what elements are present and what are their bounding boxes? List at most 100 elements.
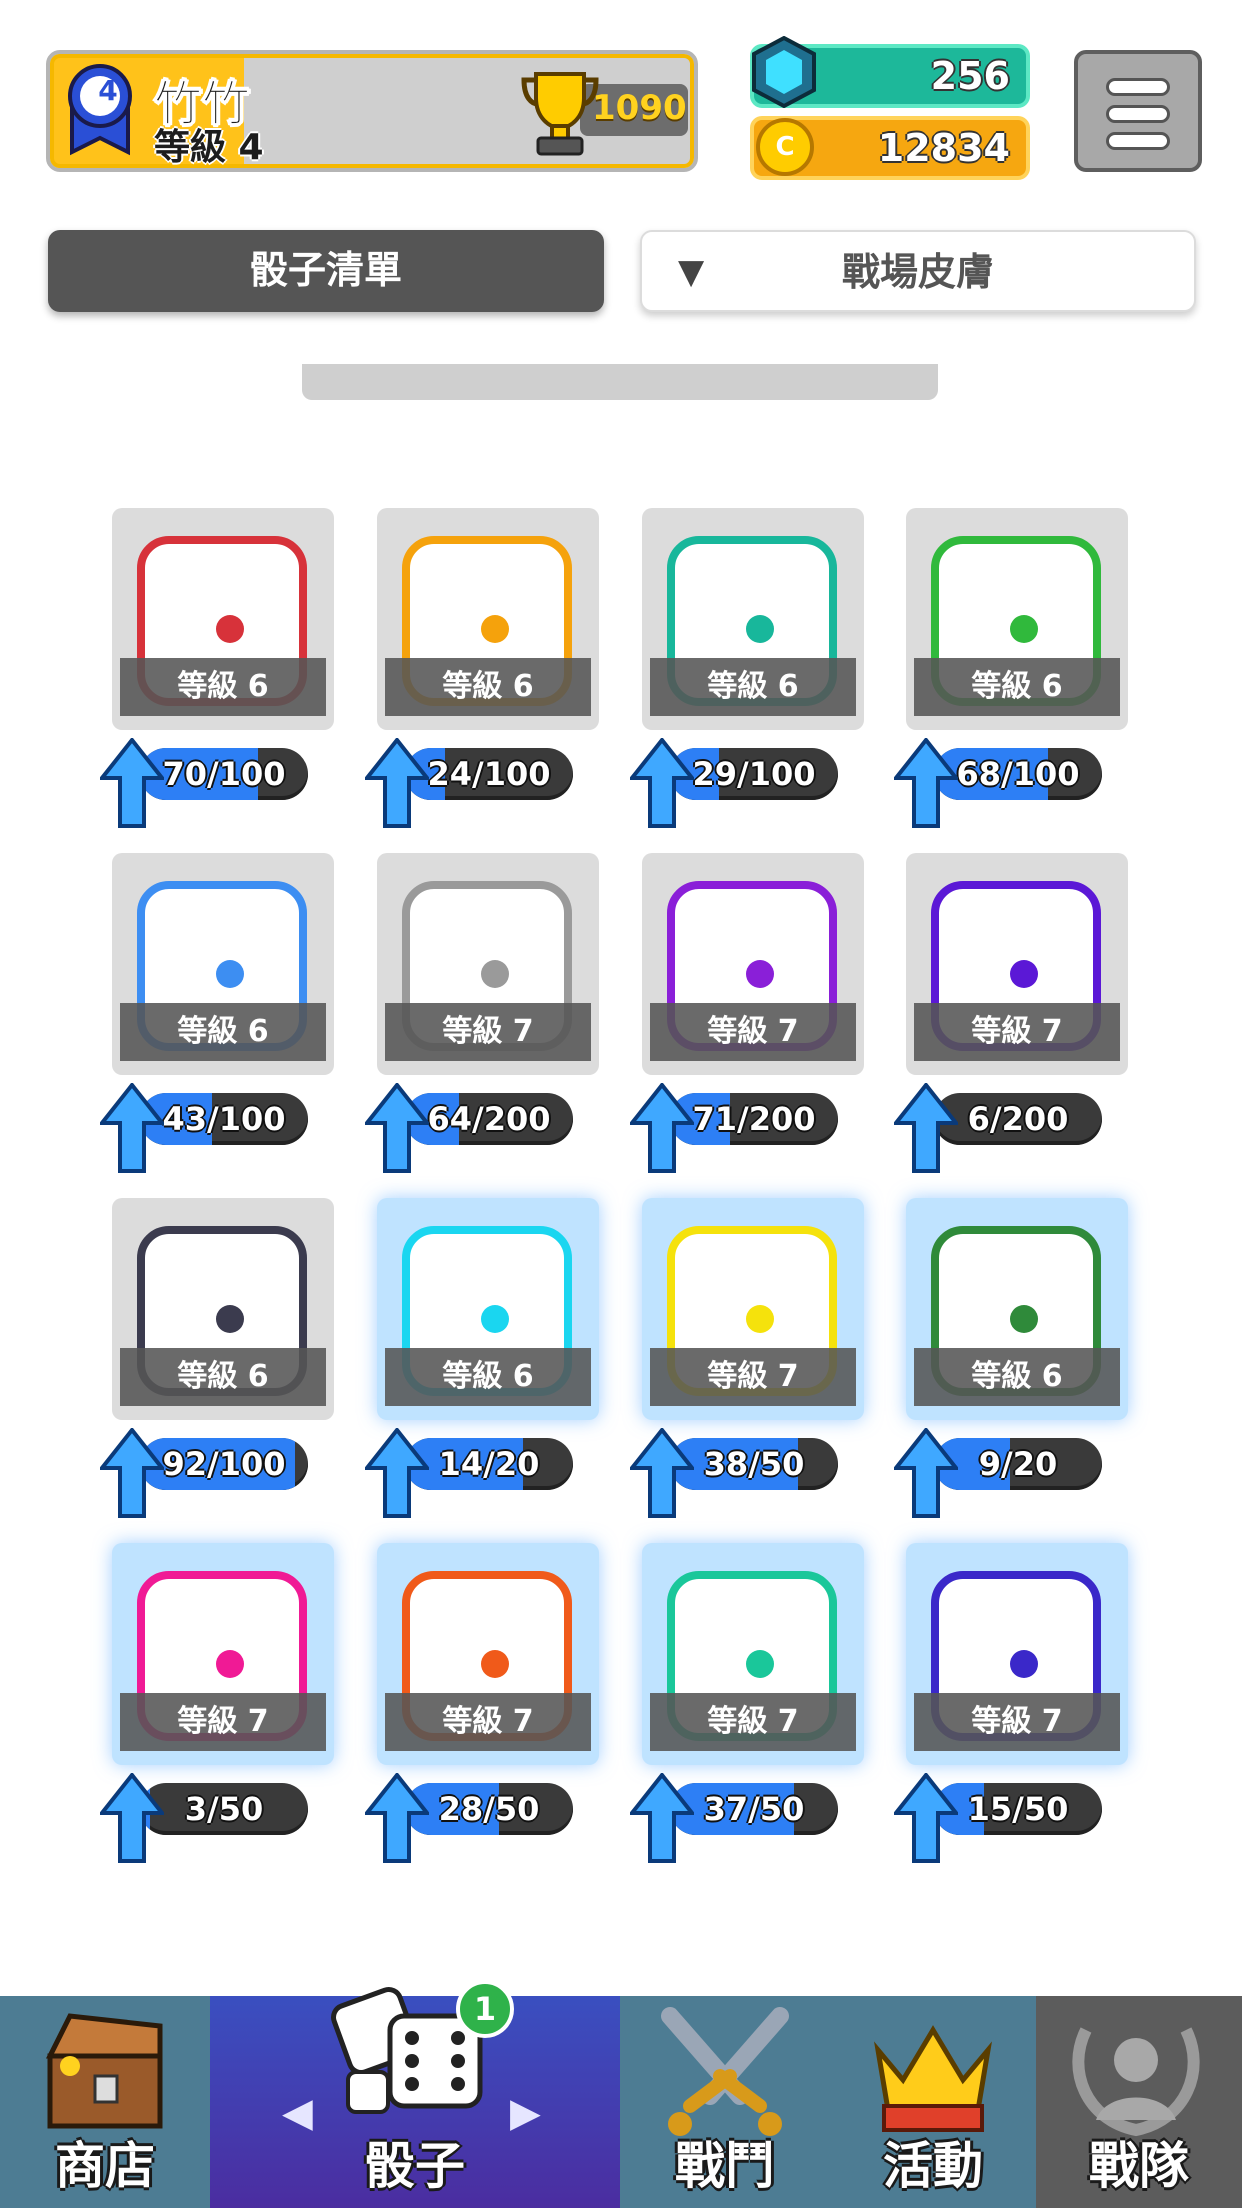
dice-pip bbox=[1010, 960, 1038, 988]
dice-upgrade-progress[interactable]: 15/50 bbox=[894, 1773, 1106, 1863]
dice-upgrade-progress[interactable]: 43/100 bbox=[100, 1083, 312, 1173]
crown-icon bbox=[874, 2025, 992, 2132]
dice-card[interactable]: 等級 7 bbox=[377, 853, 599, 1083]
progress-text: 64/200 bbox=[427, 1100, 551, 1138]
dice-upgrade-progress[interactable]: 6/200 bbox=[894, 1083, 1106, 1173]
dice-pip bbox=[746, 615, 774, 643]
progress-text: 15/50 bbox=[967, 1790, 1069, 1828]
dice-level: 等級 6 bbox=[650, 658, 856, 716]
progress-bar: 6/200 bbox=[934, 1093, 1102, 1145]
upgrade-arrow-icon bbox=[100, 1428, 164, 1518]
hamburger-icon-line bbox=[1106, 132, 1170, 150]
dice-card[interactable]: 等級 7 bbox=[377, 1543, 599, 1773]
dice-card[interactable]: 等級 7 bbox=[906, 1543, 1128, 1773]
dice-pip bbox=[746, 960, 774, 988]
nav-clan[interactable]: 戰隊 bbox=[1036, 1996, 1242, 2208]
progress-bar: 43/100 bbox=[140, 1093, 308, 1145]
dice-card[interactable]: 等級 6 bbox=[642, 508, 864, 738]
dice-upgrade-progress[interactable]: 70/100 bbox=[100, 738, 312, 828]
gem-count: 256 bbox=[930, 54, 1010, 98]
prev-arrow-icon[interactable]: ◀ bbox=[282, 2090, 313, 2136]
deck-panel-edge bbox=[302, 364, 938, 400]
progress-bar: 71/200 bbox=[670, 1093, 838, 1145]
dice-upgrade-progress[interactable]: 9/20 bbox=[894, 1428, 1106, 1518]
dice-upgrade-progress[interactable]: 38/50 bbox=[630, 1428, 842, 1518]
dice-level: 等級 7 bbox=[120, 1693, 326, 1751]
dice-card[interactable]: 等級 7 bbox=[642, 853, 864, 1083]
profile-panel[interactable]: 4 竹竹 等級 4 1090 bbox=[46, 50, 698, 172]
progress-text: 3/50 bbox=[184, 1790, 264, 1828]
menu-button[interactable] bbox=[1074, 50, 1202, 172]
progress-bar: 15/50 bbox=[934, 1783, 1102, 1835]
nav-shop[interactable]: 商店 bbox=[0, 1996, 210, 2208]
dice-card[interactable]: 等級 7 bbox=[642, 1198, 864, 1428]
dice-card[interactable]: 等級 7 bbox=[112, 1543, 334, 1773]
dice-upgrade-progress[interactable]: 71/200 bbox=[630, 1083, 842, 1173]
nav-battle[interactable]: 戰鬥 bbox=[620, 1996, 830, 2208]
next-arrow-icon[interactable]: ▶ bbox=[510, 2090, 541, 2136]
tab-dice-list[interactable]: 骰子清單 bbox=[48, 230, 604, 312]
nav-battle-label: 戰鬥 bbox=[675, 2137, 775, 2195]
dice-upgrade-progress[interactable]: 68/100 bbox=[894, 738, 1106, 828]
dice-pip bbox=[481, 1650, 509, 1678]
tab-arena-skin[interactable]: ▼ 戰場皮膚 bbox=[640, 230, 1196, 312]
dice-upgrade-progress[interactable]: 14/20 bbox=[365, 1428, 577, 1518]
upgrade-arrow-icon bbox=[365, 1428, 429, 1518]
dice-card[interactable]: 等級 6 bbox=[112, 853, 334, 1083]
progress-bar: 38/50 bbox=[670, 1438, 838, 1490]
progress-text: 68/100 bbox=[956, 755, 1080, 793]
progress-text: 92/100 bbox=[162, 1445, 286, 1483]
dice-pip bbox=[746, 1650, 774, 1678]
dice-card[interactable]: 等級 6 bbox=[377, 1198, 599, 1428]
dice-upgrade-progress[interactable]: 3/50 bbox=[100, 1773, 312, 1863]
gem-icon bbox=[752, 36, 816, 108]
hamburger-icon-line bbox=[1106, 105, 1170, 123]
nav-dice-label: 骰子 bbox=[365, 2137, 465, 2195]
dice-level: 等級 6 bbox=[385, 658, 591, 716]
coin-icon: C bbox=[756, 118, 814, 176]
upgrade-arrow-icon bbox=[630, 1773, 694, 1863]
dice-upgrade-progress[interactable]: 92/100 bbox=[100, 1428, 312, 1518]
progress-bar: 68/100 bbox=[934, 748, 1102, 800]
progress-bar: 70/100 bbox=[140, 748, 308, 800]
hamburger-icon bbox=[1106, 78, 1170, 96]
upgrade-arrow-icon bbox=[894, 1773, 958, 1863]
dice-upgrade-progress[interactable]: 29/100 bbox=[630, 738, 842, 828]
dice-pip bbox=[1010, 1305, 1038, 1333]
dice-level: 等級 6 bbox=[914, 1348, 1120, 1406]
dice-card[interactable]: 等級 6 bbox=[906, 1198, 1128, 1428]
player-level: 等級 4 bbox=[154, 127, 264, 168]
dice-card[interactable]: 等級 7 bbox=[906, 853, 1128, 1083]
nav-clan-label: 戰隊 bbox=[1089, 2137, 1189, 2195]
dice-card[interactable]: 等級 7 bbox=[642, 1543, 864, 1773]
progress-bar: 9/20 bbox=[934, 1438, 1102, 1490]
dice-card[interactable]: 等級 6 bbox=[906, 508, 1128, 738]
dice-card[interactable]: 等級 6 bbox=[112, 508, 334, 738]
nav-event[interactable]: 活動 bbox=[830, 1996, 1036, 2208]
dice-level: 等級 7 bbox=[650, 1348, 856, 1406]
progress-text: 38/50 bbox=[703, 1445, 805, 1483]
dice-level: 等級 7 bbox=[385, 1693, 591, 1751]
dice-pip bbox=[481, 1305, 509, 1333]
progress-bar: 24/100 bbox=[405, 748, 573, 800]
progress-bar: 28/50 bbox=[405, 1783, 573, 1835]
progress-text: 29/100 bbox=[692, 755, 816, 793]
dice-card[interactable]: 等級 6 bbox=[112, 1198, 334, 1428]
dice-upgrade-progress[interactable]: 28/50 bbox=[365, 1773, 577, 1863]
nav-dice[interactable]: 骰子 bbox=[210, 1987, 620, 2208]
upgrade-arrow-icon bbox=[365, 1083, 429, 1173]
nav-event-label: 活動 bbox=[883, 2137, 983, 2195]
dice-pip bbox=[746, 1305, 774, 1333]
upgrade-arrow-icon bbox=[894, 1428, 958, 1518]
progress-bar: 92/100 bbox=[140, 1438, 308, 1490]
upgrade-arrow-icon bbox=[100, 1773, 164, 1863]
upgrade-arrow-icon bbox=[100, 738, 164, 828]
dice-upgrade-progress[interactable]: 64/200 bbox=[365, 1083, 577, 1173]
dice-level: 等級 6 bbox=[385, 1348, 591, 1406]
dice-upgrade-progress[interactable]: 24/100 bbox=[365, 738, 577, 828]
dice-card[interactable]: 等級 6 bbox=[377, 508, 599, 738]
progress-bar: 37/50 bbox=[670, 1783, 838, 1835]
upgrade-arrow-icon bbox=[630, 1083, 694, 1173]
dice-upgrade-progress[interactable]: 37/50 bbox=[630, 1773, 842, 1863]
progress-text: 9/20 bbox=[978, 1445, 1058, 1483]
